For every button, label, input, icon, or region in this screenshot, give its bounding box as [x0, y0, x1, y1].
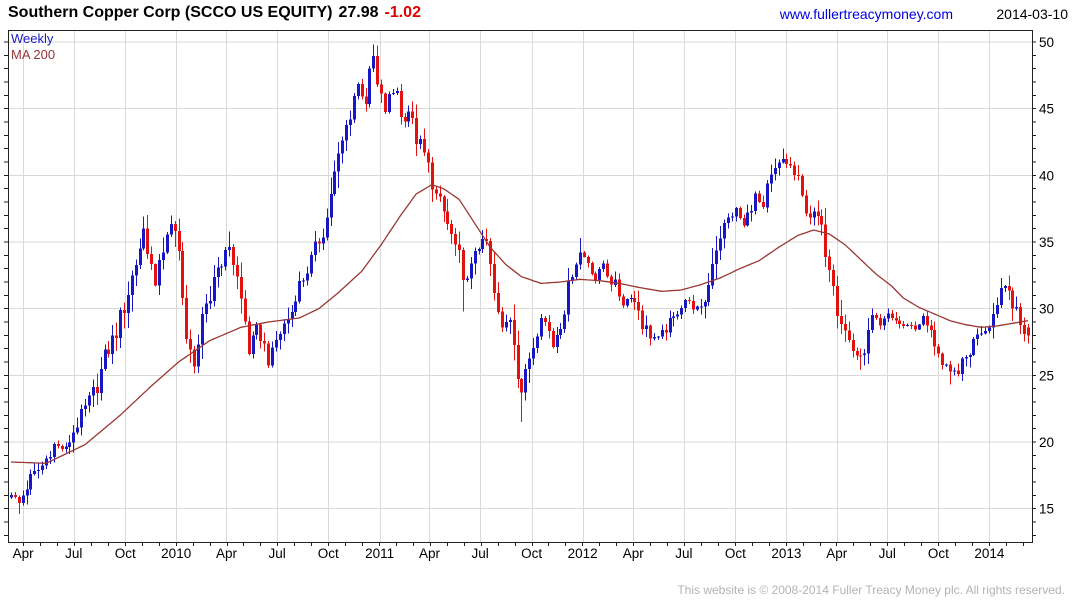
copyright-footer: This website is © 2008-2014 Fuller Treac…: [677, 583, 1065, 597]
price-chart-canvas: 15 20 25 30 35 40 45 50 Apr Jul Oct 2010 Apr Jul Oct 20…: [4, 30, 1054, 561]
svg-text:35: 35: [1039, 235, 1054, 250]
svg-text:Oct: Oct: [725, 546, 746, 561]
svg-text:Oct: Oct: [115, 546, 136, 561]
svg-text:Jul: Jul: [471, 546, 488, 561]
svg-text:Apr: Apr: [419, 546, 441, 561]
svg-text:Jul: Jul: [879, 546, 896, 561]
svg-text:Apr: Apr: [216, 546, 238, 561]
chart-legend: Weekly MA 200: [11, 31, 55, 63]
legend-series-label: Weekly: [11, 31, 54, 46]
svg-text:25: 25: [1039, 368, 1054, 383]
svg-text:2013: 2013: [771, 546, 801, 561]
svg-text:2014: 2014: [974, 546, 1005, 561]
svg-text:20: 20: [1039, 435, 1054, 450]
svg-text:Jul: Jul: [675, 546, 692, 561]
svg-text:Apr: Apr: [623, 546, 645, 561]
svg-text:Jul: Jul: [65, 546, 82, 561]
svg-text:Apr: Apr: [13, 546, 35, 561]
svg-text:15: 15: [1039, 502, 1054, 517]
svg-text:Oct: Oct: [318, 546, 339, 561]
svg-text:2010: 2010: [161, 546, 191, 561]
svg-text:40: 40: [1039, 168, 1054, 183]
svg-text:Oct: Oct: [928, 546, 949, 561]
svg-text:2011: 2011: [365, 546, 394, 561]
svg-text:Apr: Apr: [826, 546, 848, 561]
svg-text:2012: 2012: [568, 546, 598, 561]
svg-text:Jul: Jul: [268, 546, 285, 561]
svg-text:45: 45: [1039, 102, 1054, 117]
legend-ma-label: MA 200: [11, 47, 56, 62]
copyright-text: This website is © 2008-2014 Fuller Treac…: [677, 583, 1065, 597]
svg-text:50: 50: [1039, 35, 1054, 50]
svg-text:Oct: Oct: [521, 546, 542, 561]
svg-text:30: 30: [1039, 302, 1054, 317]
